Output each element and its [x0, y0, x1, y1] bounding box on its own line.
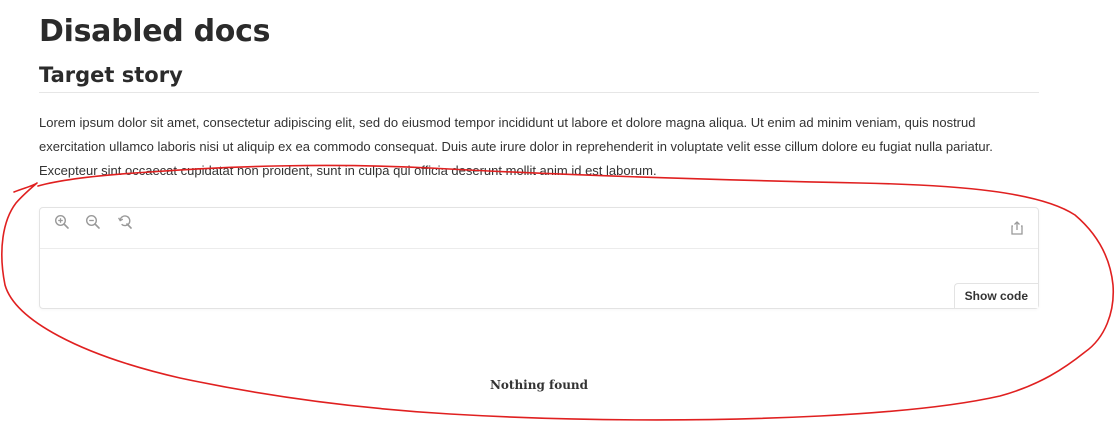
empty-state-message: Nothing found	[489, 378, 589, 392]
story-description: Lorem ipsum dolor sit amet, consectetur …	[39, 115, 993, 178]
story-title: Target story	[39, 63, 183, 87]
show-code-button[interactable]: Show code	[953, 283, 1038, 308]
share-icon	[1011, 221, 1023, 235]
title-divider	[39, 92, 1039, 93]
zoom-in-icon	[54, 214, 69, 229]
zoom-out-button[interactable]	[82, 211, 104, 233]
story-canvas	[40, 249, 1038, 308]
preview-toolbar	[40, 208, 1038, 249]
docs-page: Disabled docs Target story Lorem ipsum d…	[0, 0, 1115, 427]
reset-zoom-icon	[118, 215, 132, 229]
zoom-in-button[interactable]	[51, 211, 73, 233]
reset-zoom-button[interactable]	[114, 211, 136, 233]
zoom-out-icon	[85, 214, 100, 229]
story-preview: Show code	[39, 207, 1039, 309]
page-title: Disabled docs	[39, 14, 271, 49]
share-button[interactable]	[1006, 217, 1028, 239]
